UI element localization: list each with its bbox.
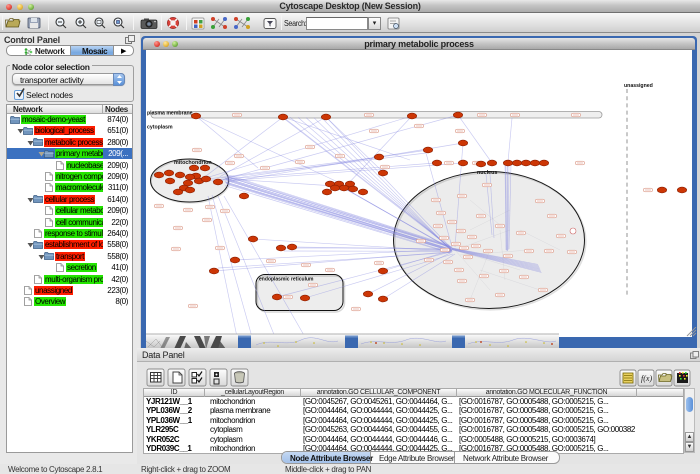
svg-text:nucleus: nucleus: [477, 170, 497, 176]
svg-text:unassigned: unassigned: [624, 83, 653, 89]
svg-text:cytoplasm: cytoplasm: [147, 125, 173, 131]
svg-text:f(x): f(x): [641, 374, 652, 383]
svg-text:plasma membrane: plasma membrane: [147, 111, 193, 117]
svg-text:endoplasmic reticulum: endoplasmic reticulum: [259, 277, 314, 283]
